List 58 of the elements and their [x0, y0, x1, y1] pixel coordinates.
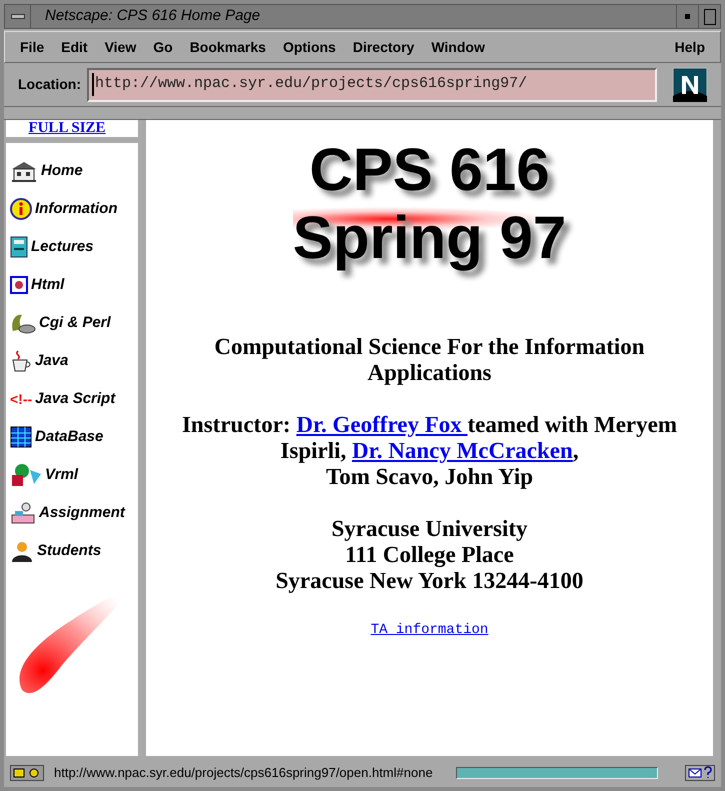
- sidebar-link[interactable]: DataBase: [10, 423, 138, 451]
- sidebar-link-text: Information: [35, 198, 118, 219]
- banner-title: Spring 97: [292, 204, 566, 272]
- sidebar-link[interactable]: Information: [10, 195, 138, 223]
- menu-item[interactable]: Edit: [61, 36, 88, 58]
- sidebar-link[interactable]: <!-- Java Script: [10, 385, 138, 413]
- book-icon: [10, 236, 28, 258]
- instructor-link[interactable]: Dr. Geoffrey Fox: [296, 412, 468, 437]
- coffee-cup-icon: [10, 349, 32, 373]
- sidebar-link-text: Vrml: [45, 464, 78, 485]
- sidebar-link-text: Assignment: [39, 502, 125, 523]
- menu-item[interactable]: Options: [282, 36, 336, 58]
- sidebar-link-text: Home: [41, 160, 83, 181]
- sidebar-link-text: Java Script: [35, 388, 116, 409]
- address-line: 111 College Place: [345, 542, 514, 568]
- menu-item[interactable]: Go: [153, 36, 173, 58]
- netscape-logo-icon[interactable]: [673, 68, 707, 102]
- sidebar-link[interactable]: Assignment: [10, 499, 138, 527]
- house-icon: [10, 159, 38, 183]
- course-subtitle: Computational Science For the Information Applications: [213, 334, 646, 386]
- mail-icon[interactable]: [685, 765, 715, 781]
- table-grid-icon: [10, 426, 32, 448]
- menu-item[interactable]: File: [20, 36, 44, 58]
- sidebar-link[interactable]: Lectures: [10, 233, 138, 261]
- sidebar-link-text: Cgi & Perl: [39, 312, 111, 333]
- comment-mark: <!--: [10, 390, 32, 408]
- sidebar-link-text: Java: [35, 350, 68, 371]
- ta-information-link[interactable]: TA information: [370, 620, 488, 641]
- menu-item[interactable]: Bookmarks: [190, 36, 266, 58]
- full-size-link[interactable]: FULL SIZE: [28, 120, 106, 137]
- sidebar-link[interactable]: Home: [10, 157, 138, 185]
- desk-figure-icon: [10, 501, 36, 525]
- instructor-link[interactable]: Dr. Nancy McCracken: [352, 438, 573, 463]
- address-line: Syracuse New York 13244-4100: [276, 568, 584, 594]
- window-title: Netscape: CPS 616 Home Page: [45, 6, 262, 26]
- sidebar-link-text: Lectures: [31, 236, 94, 257]
- security-key-icon[interactable]: [10, 765, 44, 781]
- address-line: Syracuse University: [331, 516, 528, 542]
- sidebar-link[interactable]: Java: [10, 347, 138, 375]
- location-field[interactable]: http://www.npac.syr.edu/projects/cps616spring97/: [87, 68, 657, 102]
- sidebar-link[interactable]: Vrml: [10, 461, 138, 489]
- instructors-text: Instructor: Dr. Geoffrey Fox teamed with Meryem Ispirli, Dr. Nancy McCracken, Tom Scavo, John Yip: [180, 412, 678, 490]
- sidebar-link-text: Students: [37, 540, 102, 561]
- person-icon: [10, 539, 34, 563]
- info-icon: [10, 198, 32, 220]
- sidebar-link-text: DataBase: [35, 426, 104, 447]
- sidebar-link[interactable]: Students: [10, 537, 138, 565]
- location-label: Location:: [18, 75, 81, 94]
- sidebar-link[interactable]: Cgi & Perl: [10, 309, 138, 337]
- menu-item[interactable]: Window: [431, 36, 485, 58]
- sidebar-link[interactable]: Html: [10, 271, 138, 299]
- menu-item[interactable]: View: [104, 36, 136, 58]
- shapes-icon: [10, 462, 42, 488]
- menu-item[interactable]: Directory: [352, 36, 414, 58]
- status-url: http://www.npac.syr.edu/projects/cps616spring97/open.html#none: [54, 764, 434, 782]
- sidebar-link-text: Html: [31, 274, 64, 295]
- menu-item[interactable]: Help: [674, 36, 705, 58]
- banner-title: CPS 616: [309, 136, 550, 204]
